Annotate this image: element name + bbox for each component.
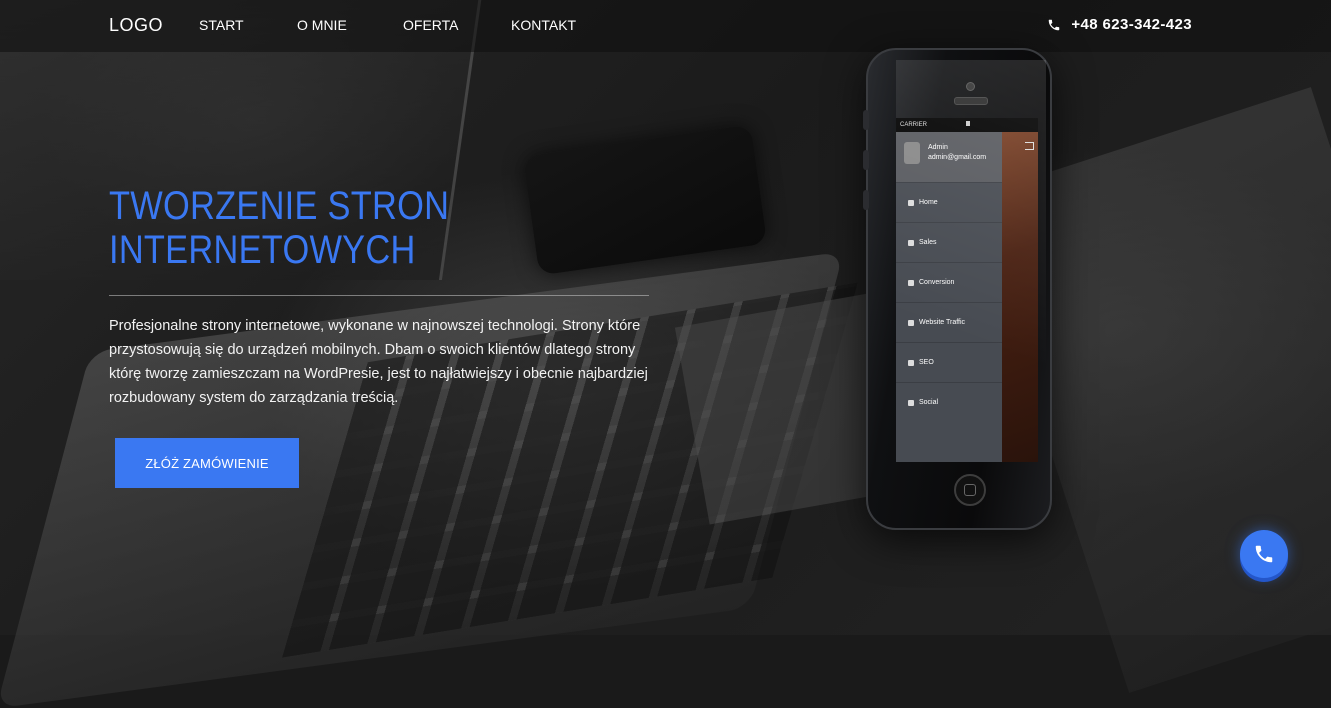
avatar [904,142,920,164]
phone-screen: CARRIER Admin admin@gmail.com Home Sales… [896,118,1038,462]
exit-icon [1025,142,1034,150]
carrier-label: CARRIER [900,122,928,128]
phone-menu-item-sales: Sales [896,222,1002,262]
phone-menu-label: Sales [919,239,937,246]
order-button[interactable]: ZŁÓŻ ZAMÓWIENIE [115,438,299,488]
phone-menu-item-traffic: Website Traffic [896,302,1002,342]
users-icon [908,319,914,326]
phone-status-bar: CARRIER [896,118,1038,132]
floating-call-button[interactable] [1240,530,1288,578]
phone-menu-label: Website Traffic [919,319,966,326]
hero-title-line2: INTERNETOWYCH [109,228,416,272]
phone-menu-label: SEO [919,359,934,366]
phone-side-button [863,150,869,170]
header-phone[interactable]: +48 623-342-423 [1047,16,1192,33]
phone-side-menu: Admin admin@gmail.com Home Sales Convers… [896,132,1002,462]
phone-menu-label: Conversion [919,279,955,286]
phone-menu-item-social: Social [896,382,1002,422]
share-icon [908,399,914,406]
phone-speaker [954,97,988,105]
chart-icon [908,279,914,286]
nav-o-mnie[interactable]: O MNIE [297,17,403,33]
phone-menu-item-home: Home [896,182,1002,222]
nav-kontakt[interactable]: KONTAKT [511,17,576,33]
hero-title: TWORZENIE STRON INTERNETOWYCH [109,184,449,272]
lock-icon [966,121,970,126]
header-phone-number: +48 623-342-423 [1071,16,1192,33]
phone-profile: Admin admin@gmail.com [896,132,1002,182]
phone-home-button [954,474,986,506]
phone-icon [1255,545,1273,563]
phone-menu-label: Home [919,199,938,206]
phone-side-button [863,110,869,130]
profile-name: Admin [928,144,948,151]
top-navbar: LOGO START O MNIE OFERTA KONTAKT +48 623… [0,0,1331,52]
search-icon [908,359,914,366]
phone-menu-label: Social [919,399,939,406]
hero-description: Profesjonalne strony internetowe, wykona… [109,318,648,406]
logo[interactable]: LOGO [109,15,163,36]
profile-email: admin@gmail.com [928,154,987,161]
nav-oferta[interactable]: OFERTA [403,17,511,33]
phone-icon [1049,19,1060,30]
hero-title-line1: TWORZENIE STRON [109,184,450,228]
main-nav: START O MNIE OFERTA KONTAKT [199,17,576,33]
phone-camera [966,82,975,91]
nav-start[interactable]: START [199,17,297,33]
phone-side-button [863,190,869,210]
phone-menu-item-seo: SEO [896,342,1002,382]
phone-menu-item-conversion: Conversion [896,262,1002,302]
money-icon [908,239,914,246]
hero-divider [109,295,649,296]
home-icon [908,199,914,206]
